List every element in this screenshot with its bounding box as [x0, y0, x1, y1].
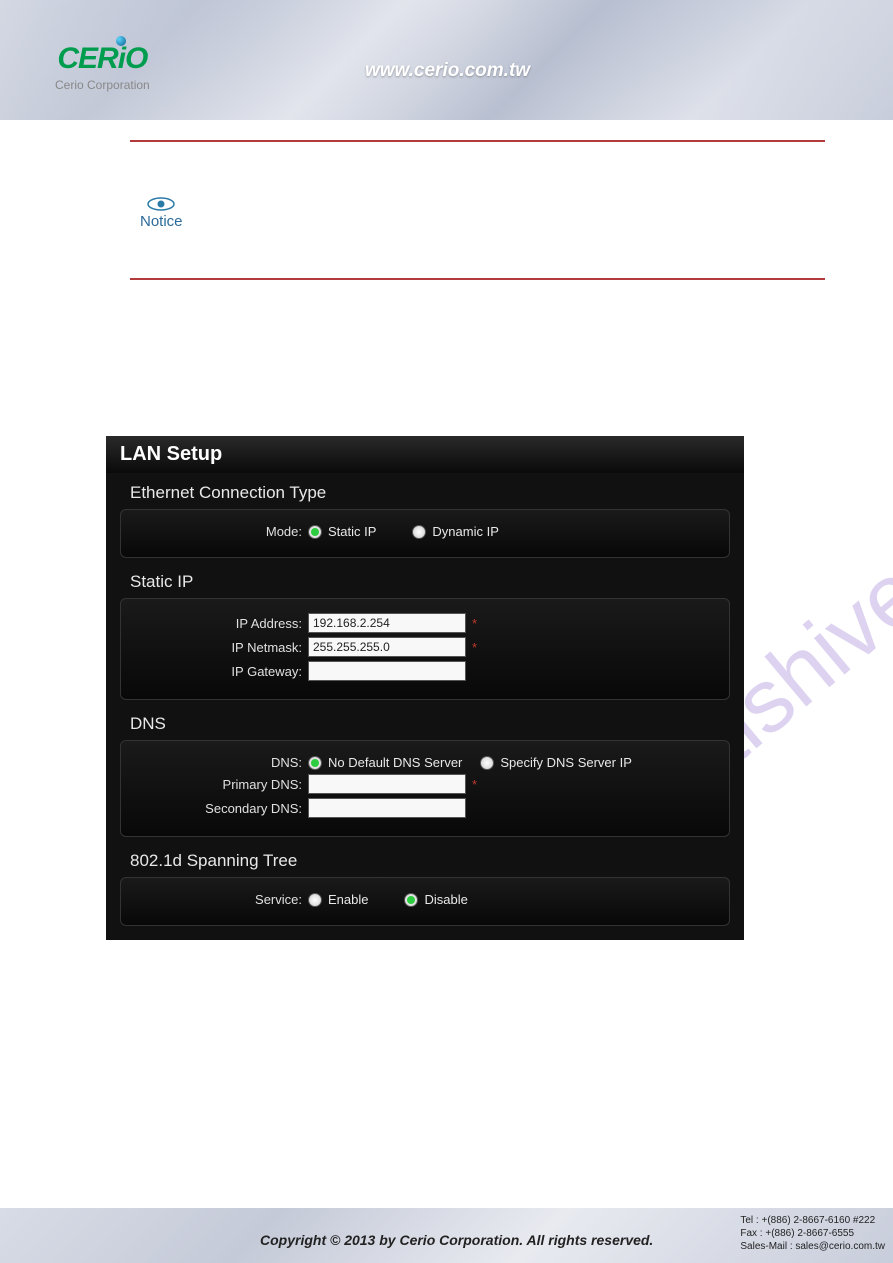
panel-title: LAN Setup [106, 436, 744, 473]
ethernet-legend: Ethernet Connection Type [130, 483, 730, 503]
primary-dns-input[interactable] [308, 774, 466, 794]
mode-label: Mode: [133, 524, 308, 539]
footer-contact: Tel : +(886) 2-8667-6160 #222 Fax : +(88… [740, 1214, 885, 1253]
logo-text: CERiO [55, 42, 150, 76]
footer-fax: Fax : +(886) 2-8667-6555 [740, 1227, 885, 1240]
service-label: Service: [133, 892, 308, 907]
ip-gateway-label: IP Gateway: [133, 664, 308, 679]
ip-netmask-input[interactable] [308, 637, 466, 657]
service-disable-radio[interactable] [404, 893, 418, 907]
static-ip-legend: Static IP [130, 572, 730, 592]
dns-specify-label: Specify DNS Server IP [500, 755, 632, 770]
service-enable-label: Enable [328, 892, 368, 907]
mode-static-label: Static IP [328, 524, 376, 539]
divider-top [130, 140, 825, 142]
notice-label: Notice [140, 213, 183, 230]
eye-icon [140, 195, 183, 215]
required-marker: * [472, 777, 477, 792]
primary-dns-label: Primary DNS: [133, 777, 308, 792]
mode-dynamic-label: Dynamic IP [432, 524, 498, 539]
required-marker: * [472, 616, 477, 631]
ip-address-input[interactable] [308, 613, 466, 633]
notice-block: Notice [140, 195, 183, 230]
header-url: www.cerio.com.tw [365, 60, 530, 82]
ip-netmask-label: IP Netmask: [133, 640, 308, 655]
page-footer: Copyright © 2013 by Cerio Corporation. A… [0, 1208, 893, 1263]
dns-section: DNS DNS: No Default DNS Server Specify D… [120, 714, 730, 837]
spanning-section: 802.1d Spanning Tree Service: Enable Dis… [120, 851, 730, 926]
logo-subtitle: Cerio Corporation [55, 78, 150, 92]
static-ip-section: Static IP IP Address: * IP Netmask: * IP… [120, 572, 730, 700]
spanning-legend: 802.1d Spanning Tree [130, 851, 730, 871]
ip-address-label: IP Address: [133, 616, 308, 631]
service-enable-radio[interactable] [308, 893, 322, 907]
divider-bottom [130, 278, 825, 280]
logo-block: CERiO Cerio Corporation [55, 42, 150, 92]
secondary-dns-label: Secondary DNS: [133, 801, 308, 816]
mode-dynamic-radio[interactable] [412, 525, 426, 539]
mode-static-radio[interactable] [308, 525, 322, 539]
ethernet-section: Ethernet Connection Type Mode: Static IP… [120, 483, 730, 558]
ip-gateway-input[interactable] [308, 661, 466, 681]
footer-copyright: Copyright © 2013 by Cerio Corporation. A… [260, 1232, 653, 1248]
footer-tel: Tel : +(886) 2-8667-6160 #222 [740, 1214, 885, 1227]
lan-setup-panel: LAN Setup Ethernet Connection Type Mode:… [106, 436, 744, 940]
dns-label: DNS: [133, 755, 308, 770]
required-marker: * [472, 640, 477, 655]
footer-mail: Sales-Mail : sales@cerio.com.tw [740, 1240, 885, 1253]
dns-no-default-label: No Default DNS Server [328, 755, 462, 770]
dns-no-default-radio[interactable] [308, 756, 322, 770]
service-disable-label: Disable [424, 892, 467, 907]
secondary-dns-input[interactable] [308, 798, 466, 818]
dns-legend: DNS [130, 714, 730, 734]
dns-specify-radio[interactable] [480, 756, 494, 770]
